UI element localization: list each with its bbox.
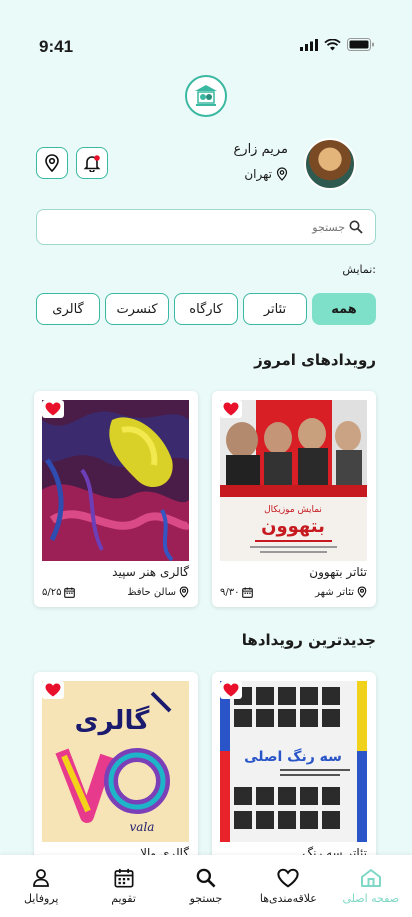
calendar-icon (64, 586, 76, 598)
event-poster (42, 400, 189, 561)
location-pin-icon (276, 167, 288, 181)
filter-chip-all[interactable]: همه (312, 293, 376, 325)
poster-three-colors: سه رنگ اصلی (220, 681, 367, 842)
location-pin-icon (357, 586, 367, 598)
bottom-nav: صفحه اصلی علاقه‌مندی‌ها جستجو تقویم پروف… (0, 855, 412, 917)
nav-search[interactable]: جستجو (166, 868, 246, 905)
poster-beethoven: نمایش موزیکال بتهوون (220, 400, 367, 561)
filter-chip-workshop[interactable]: کارگاه (174, 293, 238, 325)
location-pin-icon (179, 586, 189, 598)
poster-subtitle: vala (130, 820, 155, 834)
event-poster: سه رنگ اصلی (220, 681, 367, 842)
event-venue: تئاتر شهر (315, 586, 367, 598)
wifi-icon (324, 38, 341, 50)
battery-icon (347, 38, 374, 51)
event-date: ۹/۳۰ (220, 586, 254, 598)
poster-vala-gallery: گالری vala (42, 681, 189, 842)
filter-chip-theater[interactable]: تئاتر (243, 293, 307, 325)
user-name: مریم زارع (233, 142, 288, 157)
home-icon (360, 868, 381, 887)
date-label: ۹/۳۰ (220, 586, 240, 598)
poster-title: سه رنگ اصلی (244, 748, 342, 765)
poster-title: بتهوون (261, 516, 325, 537)
search-icon (196, 868, 216, 887)
section-title-newest: جدیدترین رویدادها (241, 631, 376, 649)
poster-title: گالری (75, 705, 151, 736)
search-input[interactable] (85, 220, 345, 234)
theater-logo-icon (195, 85, 217, 106)
nav-label: تقویم (111, 891, 136, 905)
filter-label: نمایش: (342, 263, 376, 276)
section-title-today: رویدادهای امروز (254, 351, 376, 369)
favorite-button[interactable] (42, 400, 64, 418)
venue-label: تئاتر شهر (315, 586, 354, 598)
filter-chip-gallery[interactable]: گالری (36, 293, 100, 325)
notifications-button[interactable] (76, 147, 108, 179)
nav-label: علاقه‌مندی‌ها (259, 891, 317, 905)
clock: 9:41 (39, 37, 74, 56)
app-logo (185, 75, 227, 117)
event-card[interactable]: گالری هنر سپید سالن حافظ ۵/۲۵ (34, 391, 198, 607)
user-icon (33, 868, 50, 887)
poster-subtitle: نمایش موزیکال (264, 505, 322, 515)
status-icons (300, 38, 374, 51)
heart-icon (223, 683, 239, 697)
user-city: تهران (244, 167, 272, 181)
location-button[interactable] (36, 147, 68, 179)
event-card[interactable]: نمایش موزیکال بتهوون تئاتر بتهوون تئاتر … (212, 391, 376, 607)
heart-icon (45, 402, 61, 416)
calendar-icon (114, 868, 134, 887)
poster-abstract-painting (42, 400, 189, 561)
event-meta: سالن حافظ ۵/۲۵ (42, 586, 189, 598)
event-title: تئاتر بتهوون (309, 565, 367, 579)
filter-chips: همه تئاتر کارگاه کنسرت گالری (36, 293, 376, 325)
header-actions (36, 147, 108, 179)
favorite-button[interactable] (220, 400, 242, 418)
event-title: گالری هنر سپید (112, 565, 189, 579)
filter-chip-concert[interactable]: کنسرت (105, 293, 169, 325)
date-label: ۵/۲۵ (42, 586, 62, 598)
search-icon (349, 220, 363, 234)
avatar[interactable] (304, 138, 356, 190)
location-pin-icon (45, 154, 59, 172)
signal-icon (300, 38, 318, 51)
heart-icon (277, 868, 300, 887)
nav-label: جستجو (189, 891, 223, 905)
calendar-icon (242, 586, 254, 598)
nav-label: صفحه اصلی (342, 891, 400, 905)
event-meta: تئاتر شهر ۹/۳۰ (220, 586, 367, 598)
heart-icon (223, 402, 239, 416)
user-location: تهران (244, 167, 288, 181)
event-poster: نمایش موزیکال بتهوون (220, 400, 367, 561)
heart-icon (45, 683, 61, 697)
venue-label: سالن حافظ (127, 586, 176, 598)
favorite-button[interactable] (42, 681, 64, 699)
search-bar[interactable] (36, 209, 376, 245)
event-poster: گالری vala (42, 681, 189, 842)
nav-favorites[interactable]: علاقه‌مندی‌ها (248, 868, 328, 905)
nav-profile[interactable]: پروفایل (1, 868, 81, 905)
favorite-button[interactable] (220, 681, 242, 699)
event-venue: سالن حافظ (127, 586, 189, 598)
nav-home[interactable]: صفحه اصلی (331, 868, 411, 905)
nav-calendar[interactable]: تقویم (84, 868, 164, 905)
bell-icon (83, 155, 101, 172)
event-date: ۵/۲۵ (42, 586, 76, 598)
nav-label: پروفایل (23, 891, 59, 905)
